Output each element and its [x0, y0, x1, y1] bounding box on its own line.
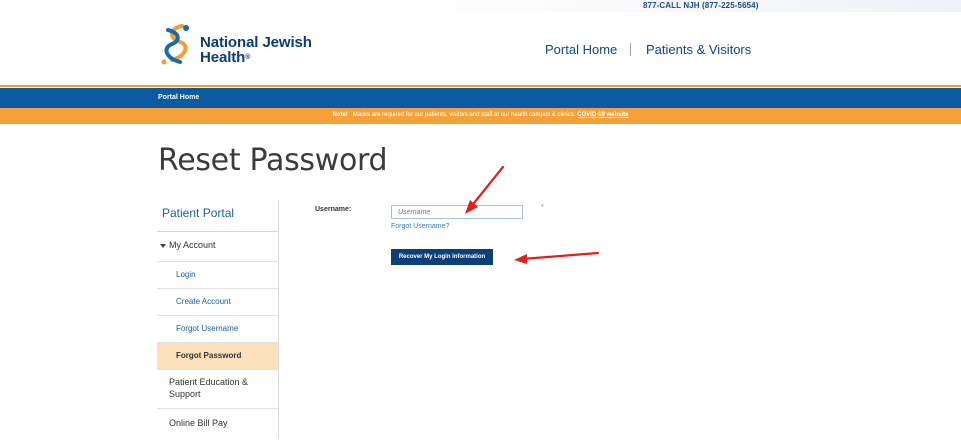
sidebar-item-online-bill-pay[interactable]: Online Bill Pay	[157, 409, 278, 439]
sidebar-item-label: Patient Education & Support	[169, 377, 249, 399]
breadcrumb-portal-home[interactable]: Portal Home	[158, 94, 199, 101]
njh-logo[interactable]: National Jewish Health®	[156, 22, 346, 68]
sidebar-item-label: Forgot Password	[176, 351, 242, 360]
sidebar-item-label: Login	[176, 270, 196, 279]
phone-number[interactable]: 877-CALL NJH (877-225-5654)	[643, 0, 759, 11]
annotation-arrow-button	[514, 251, 600, 264]
required-marker: *	[541, 204, 544, 211]
sidebar-nav: Patient Portal My Account Login Create A…	[157, 200, 279, 439]
logo-registered-mark: ®	[245, 54, 251, 61]
breadcrumb-bar	[0, 88, 961, 108]
logo-line2: Health	[200, 49, 246, 66]
notice-text: Note! Masks are required for our patient…	[0, 112, 961, 118]
sidebar-heading[interactable]: Patient Portal	[157, 200, 278, 232]
nav-portal-home[interactable]: Portal Home	[545, 42, 617, 57]
logo-helix-icon	[161, 24, 189, 65]
recover-login-button[interactable]: Recover My Login Information	[391, 249, 493, 265]
sidebar-item-patient-education[interactable]: Patient Education & Support	[157, 370, 278, 409]
sidebar-item-login[interactable]: Login	[157, 262, 278, 289]
forgot-username-link[interactable]: Forgot Username?	[391, 223, 449, 230]
sidebar-item-label: Forgot Username	[176, 324, 239, 333]
sidebar-item-my-account[interactable]: My Account	[157, 232, 278, 262]
page-title: Reset Password	[158, 143, 388, 178]
caret-down-icon	[160, 244, 166, 248]
orange-rule	[0, 85, 961, 87]
notice-prefix: Note!	[332, 112, 348, 118]
sidebar-item-label: Online Bill Pay	[169, 418, 228, 428]
logo-wordmark: National Jewish Health®	[200, 35, 312, 65]
nav-patients-visitors[interactable]: Patients & Visitors	[646, 42, 751, 57]
sidebar-heading-label: Patient Portal	[162, 206, 235, 220]
covid-link[interactable]: COVID-19 website	[577, 112, 628, 118]
logo-line1: National Jewish	[200, 34, 312, 51]
username-input[interactable]	[391, 205, 523, 219]
nav-divider	[630, 43, 631, 56]
sidebar-item-label: Create Account	[176, 297, 231, 306]
sidebar-item-forgot-password[interactable]: Forgot Password	[157, 343, 278, 370]
notice-message: Masks are required for our patients, vis…	[352, 112, 576, 118]
annotation-arrows	[465, 165, 600, 264]
sidebar-item-forgot-username[interactable]: Forgot Username	[157, 316, 278, 343]
utility-bar	[0, 0, 961, 12]
sidebar-item-create-account[interactable]: Create Account	[157, 289, 278, 316]
sidebar-item-label: My Account	[169, 240, 216, 250]
username-label: Username:	[315, 206, 352, 213]
